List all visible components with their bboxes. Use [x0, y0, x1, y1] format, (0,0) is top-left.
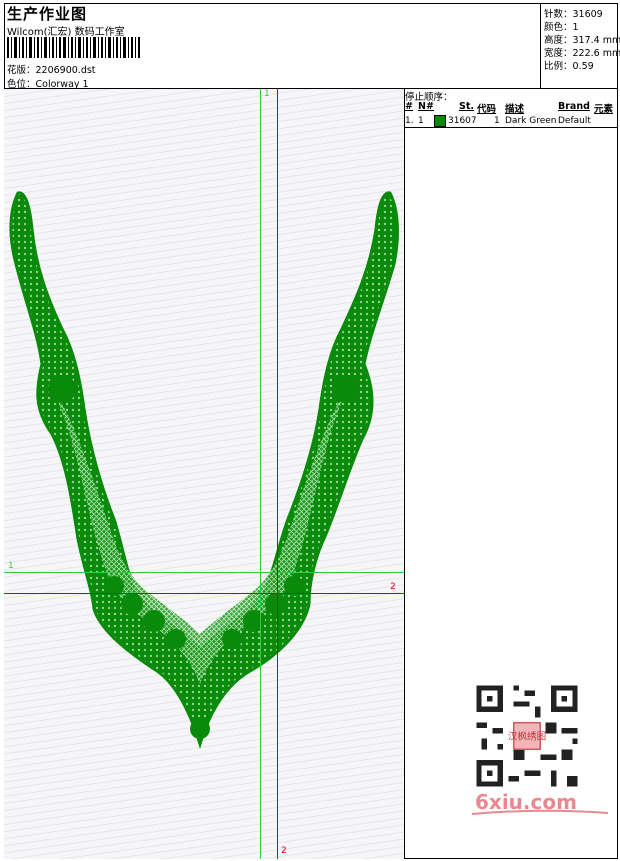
guide-red-horizontal-label: 2	[390, 582, 396, 592]
col-description: 描述	[505, 104, 525, 115]
design-canvas[interactable]: 1 1 2 2	[4, 89, 405, 859]
col-needle: N#	[418, 101, 434, 112]
col-stitches: St.	[459, 101, 474, 112]
row-code: 1	[494, 116, 500, 126]
stitch-count: 针数：31609	[544, 9, 603, 20]
guide-red-vertical-label: 2	[281, 846, 287, 856]
row-needle: 1	[418, 116, 424, 126]
col-code: 代码	[477, 104, 497, 115]
design-file-label: 花版：2206900.dst	[7, 65, 96, 76]
col-element: 元素	[594, 104, 614, 115]
sheet-title: 生产作业图	[7, 5, 88, 23]
row-brand: Default	[558, 116, 591, 126]
col-brand: Brand	[558, 101, 590, 112]
barcode	[7, 37, 140, 58]
guide-red-horizontal	[4, 593, 404, 594]
design-scale: 比例：0.59	[544, 61, 594, 72]
design-height: 高度：317.4 mm	[544, 35, 620, 46]
row-index: 1.	[405, 116, 414, 126]
row-stitches: 31607	[448, 116, 477, 126]
color-swatch	[434, 115, 446, 127]
panel-separator	[405, 127, 618, 128]
watermark-swoosh	[471, 809, 609, 815]
colorway-label: 色位：Colorway 1	[7, 79, 89, 90]
guide-green-horizontal-label: 1	[8, 561, 14, 571]
guide-green-vertical	[260, 89, 261, 859]
col-index: #	[405, 101, 413, 112]
qr-stamp: 汉枫绣图	[508, 731, 546, 743]
qr-code: 汉枫绣图	[471, 680, 583, 792]
row-description: Dark Green	[505, 116, 557, 126]
company-name: Wilcom(汇宏) 数码工作室	[7, 27, 125, 38]
embroidery-preview	[9, 191, 399, 750]
guide-red-vertical	[277, 89, 278, 859]
guide-green-horizontal	[4, 572, 404, 573]
color-count: 颜色：1	[544, 22, 579, 33]
design-width: 宽度：222.6 mm	[544, 48, 620, 59]
guide-green-vertical-label: 1	[264, 89, 270, 99]
